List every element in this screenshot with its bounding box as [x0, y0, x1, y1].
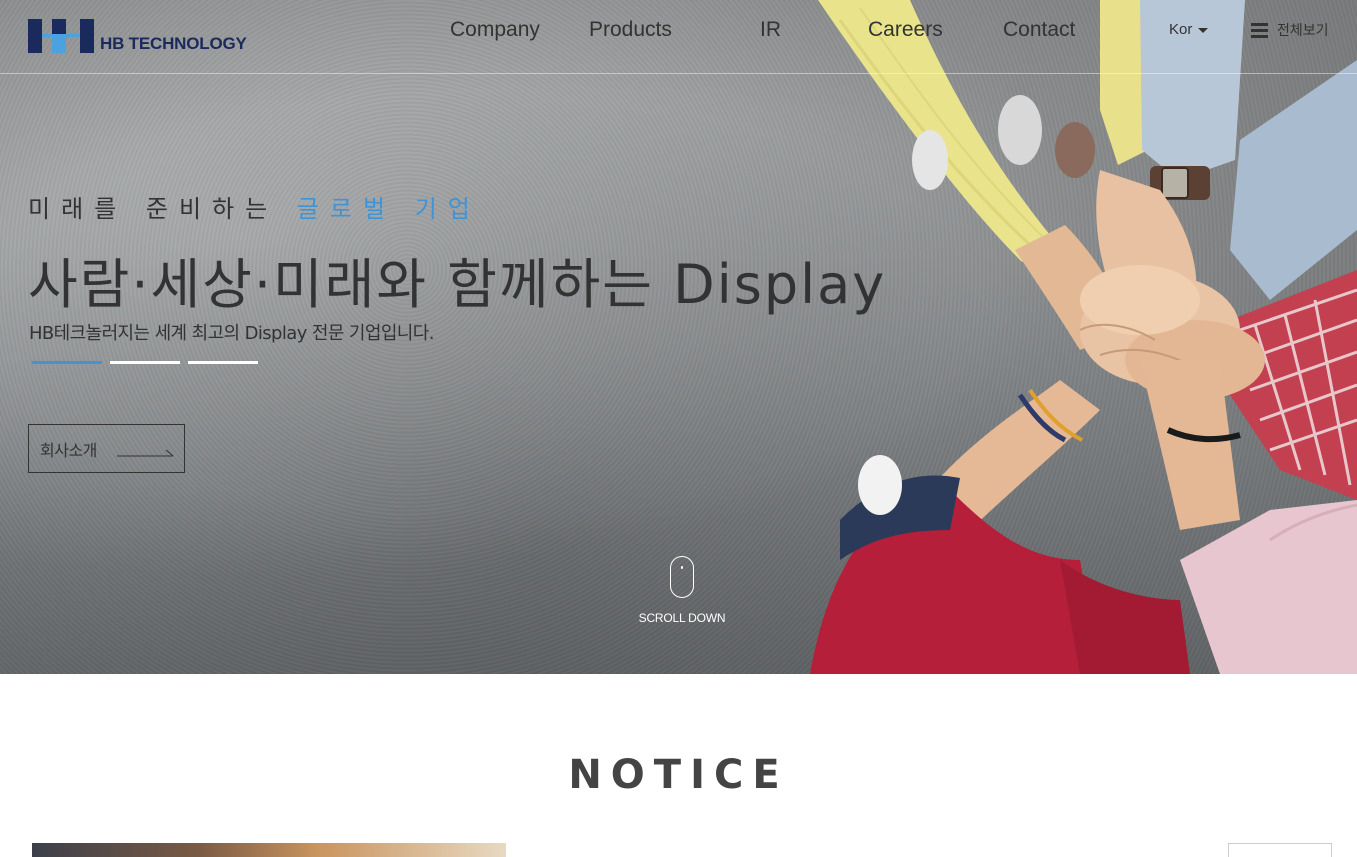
caret-down-icon	[1198, 28, 1209, 33]
nav-item-company[interactable]: Company	[450, 18, 540, 42]
hero-subline: HB테크놀러지는 세계 최고의 Display 전문 기업입니다.	[29, 323, 434, 344]
site-header: HB TECHNOLOGY Company Products IR Career…	[0, 0, 1357, 74]
company-intro-button[interactable]: 회사소개	[28, 424, 185, 473]
slide-indicator-3[interactable]	[188, 361, 258, 364]
nav-item-contact[interactable]: Contact	[1003, 18, 1075, 42]
all-menu-button[interactable]: 전체보기	[1251, 20, 1329, 40]
all-menu-label: 전체보기	[1277, 23, 1329, 39]
notice-more-button[interactable]	[1228, 843, 1332, 857]
slide-indicator-1[interactable]	[32, 361, 102, 364]
hero-eyebrow-prefix: 미래를 준비하는	[28, 195, 279, 223]
hero-banner: HB TECHNOLOGY Company Products IR Career…	[0, 0, 1357, 674]
mouse-icon	[670, 556, 694, 598]
logo-mark	[28, 19, 94, 53]
language-label: Kor	[1169, 21, 1193, 38]
company-logo[interactable]: HB TECHNOLOGY	[28, 13, 258, 53]
slide-pager	[32, 361, 258, 364]
hamburger-icon	[1251, 23, 1268, 38]
hero-eyebrow-accent: 글로벌 기업	[296, 195, 481, 223]
nav-item-careers[interactable]: Careers	[868, 18, 943, 42]
scroll-down-indicator[interactable]: SCROLL DOWN	[636, 556, 728, 625]
notice-title: NOTICE	[568, 752, 789, 798]
language-selector[interactable]: Kor	[1169, 21, 1209, 38]
hero-photo-hands	[810, 0, 1357, 674]
nav-item-products[interactable]: Products	[589, 18, 672, 42]
scroll-down-label: SCROLL DOWN	[638, 611, 726, 625]
hero-headline: 사람·세상·미래와 함께하는 Display	[28, 253, 887, 316]
arrow-right-icon	[117, 449, 174, 457]
notice-thumbnail[interactable]	[32, 843, 506, 857]
slide-indicator-2[interactable]	[110, 361, 180, 364]
hero-eyebrow: 미래를 준비하는 글로벌 기업	[28, 189, 481, 224]
nav-item-ir[interactable]: IR	[760, 18, 781, 42]
logo-text: HB TECHNOLOGY	[100, 34, 247, 53]
company-intro-label: 회사소개	[40, 440, 97, 460]
